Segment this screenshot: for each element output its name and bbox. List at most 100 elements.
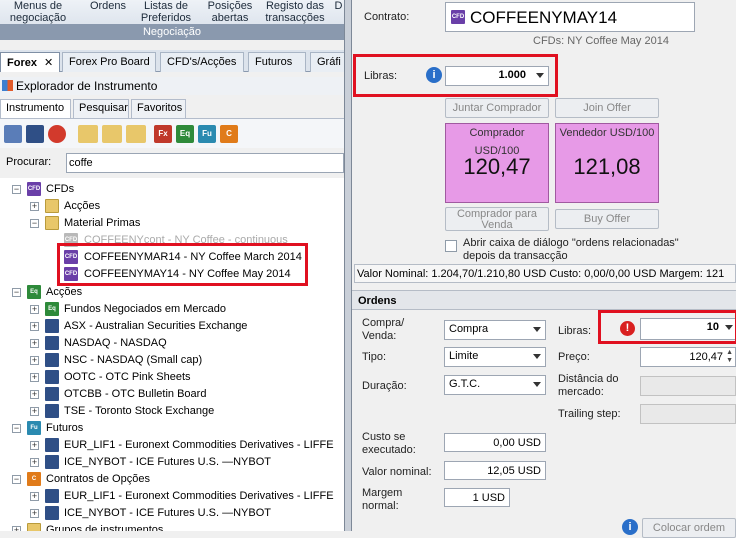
tree-node-opcoes[interactable]: − C Contratos de Opções [0, 471, 344, 488]
tree-label: OOTC - OTC Pink Sheets [64, 371, 191, 383]
folder-collapse-icon[interactable] [126, 125, 146, 143]
status-bar: Valor Nominal: 1.204,70/1.210,80 USD Cus… [354, 264, 736, 283]
tab-forex-pro-board[interactable]: Forex Pro Board [62, 52, 156, 72]
collapse-icon[interactable]: − [12, 475, 21, 484]
tree-node-futuros[interactable]: − Fu Futuros [0, 420, 344, 437]
expand-icon[interactable]: + [30, 305, 39, 314]
tree-node-fundos[interactable]: + Eq Fundos Negociados em Mercado [0, 301, 344, 318]
exchange-icon [45, 387, 59, 401]
tree-node-market[interactable]: + NASDAQ - NASDAQ [0, 335, 344, 352]
expand-icon[interactable]: + [30, 441, 39, 450]
exchange-icon [45, 438, 59, 452]
tree-node-market[interactable]: + OOTC - OTC Pink Sheets [0, 369, 344, 386]
sell-price-box[interactable]: Vendedor USD/100 121,08 [555, 123, 659, 203]
expand-icon[interactable]: + [30, 407, 39, 416]
search-input[interactable] [66, 153, 344, 173]
compra-venda-select[interactable]: Compra [444, 320, 546, 340]
tab-forex[interactable]: Forex ✕ [0, 52, 60, 72]
colocar-ordem-button[interactable]: Colocar ordem [642, 518, 736, 538]
related-orders-checkbox[interactable] [445, 240, 457, 252]
tab-graficos[interactable]: Gráfi [310, 52, 346, 72]
tree-label: EUR_LIF1 - Euronext Commodities Derivati… [64, 439, 334, 451]
spinner-icon[interactable]: ▲ ▼ [726, 349, 733, 365]
ribbon-listas-preferidos[interactable]: Listas de Preferidos [136, 0, 196, 24]
tree-node-cfds[interactable]: − CFD CFDs [0, 181, 344, 198]
expand-icon[interactable]: + [30, 356, 39, 365]
tree-node-market[interactable]: + TSE - Toronto Stock Exchange [0, 403, 344, 420]
buy-price-value: 120,47 [463, 154, 531, 179]
explorer-subtabs: Instrumento Pesquisar Favoritos [0, 99, 344, 118]
tree-node-market[interactable]: + EUR_LIF1 - Euronext Commodities Deriva… [0, 488, 344, 505]
tree-node-market[interactable]: + EUR_LIF1 - Euronext Commodities Deriva… [0, 437, 344, 454]
tree-node-market[interactable]: + ICE_NYBOT - ICE Futures U.S. —NYBOT [0, 505, 344, 522]
subtab-favoritos[interactable]: Favoritos [131, 99, 186, 118]
folder-tree-icon[interactable] [78, 125, 98, 143]
eq-filter-icon[interactable]: Eq [176, 125, 194, 143]
orders-libras-label: Libras: [558, 325, 592, 337]
chevron-down-icon[interactable] [533, 327, 541, 332]
collapse-icon[interactable]: − [12, 288, 21, 297]
tree-node-grupos[interactable]: + Grupos de instrumentos [0, 522, 344, 531]
expand-icon[interactable]: + [30, 492, 39, 501]
tree-node-cfd-accoes[interactable]: + Acções [0, 198, 344, 215]
exchange-icon [45, 370, 59, 384]
subtab-instrumento[interactable]: Instrumento [0, 99, 71, 118]
tree-node-material-primas[interactable]: − Material Primas [0, 215, 344, 232]
fu-filter-icon[interactable]: Fu [198, 125, 216, 143]
collapse-icon[interactable]: − [12, 424, 21, 433]
duracao-value: G.T.C. [449, 378, 481, 390]
join-offer-button[interactable]: Join Offer [555, 98, 659, 118]
tab-futuros[interactable]: Futuros [248, 52, 306, 72]
market-view-icon[interactable] [26, 125, 44, 143]
expand-icon[interactable]: + [30, 322, 39, 331]
chevron-down-icon[interactable] [533, 354, 541, 359]
equity-icon: Eq [27, 285, 41, 299]
expand-icon[interactable]: + [30, 509, 39, 518]
tree-node-market[interactable]: + ASX - Australian Securities Exchange [0, 318, 344, 335]
duracao-select[interactable]: G.T.C. [444, 375, 546, 395]
ribbon-posicoes-abertas[interactable]: Posições abertas [200, 0, 260, 24]
tree-label: NSC - NASDAQ (Small cap) [64, 354, 203, 366]
expand-icon[interactable]: + [30, 390, 39, 399]
expand-icon[interactable]: + [30, 373, 39, 382]
workspace-tabs: Forex ✕ Forex Pro Board CFD's/Acções Fut… [0, 50, 346, 72]
close-icon[interactable]: ✕ [44, 57, 53, 69]
collapse-icon[interactable]: − [30, 219, 39, 228]
tree-label: ICE_NYBOT - ICE Futures U.S. —NYBOT [64, 456, 272, 468]
comprador-para-venda-button[interactable]: Comprador para Venda [445, 207, 549, 231]
collapse-icon[interactable]: − [12, 185, 21, 194]
juntar-comprador-button[interactable]: Juntar Comprador [445, 98, 549, 118]
expand-icon[interactable]: + [30, 202, 39, 211]
tipo-select[interactable]: Limite [444, 347, 546, 367]
options-filter-icon[interactable]: C [220, 125, 238, 143]
expand-icon[interactable]: + [12, 526, 21, 531]
fx-filter-icon[interactable]: Fx [154, 125, 172, 143]
tree-label: Contratos de Opções [46, 473, 150, 485]
margem-value: 1 USD [472, 492, 505, 504]
tree-node-market[interactable]: + ICE_NYBOT - ICE Futures U.S. —NYBOT [0, 454, 344, 471]
tree-node-accoes[interactable]: − Eq Acções [0, 284, 344, 301]
ribbon-partial[interactable]: D [333, 0, 344, 12]
buy-price-box[interactable]: Comprador USD/100 120,47 [445, 123, 549, 203]
ribbon-registo-transaccoes[interactable]: Registo das transacções [262, 0, 328, 24]
ribbon-ordens[interactable]: Ordens [84, 0, 132, 12]
contract-field[interactable]: CFD COFFEENYMAY14 [445, 2, 695, 32]
info-icon[interactable]: i [622, 519, 638, 535]
ribbon-menus-negociacao[interactable]: Menus de negociação [2, 0, 74, 24]
buy-offer-button[interactable]: Buy Offer [555, 209, 659, 229]
expand-icon[interactable]: + [30, 339, 39, 348]
folder-expand-icon[interactable] [102, 125, 122, 143]
preco-field[interactable]: 120,47 ▲ ▼ [640, 347, 736, 367]
tree-node-market[interactable]: + NSC - NASDAQ (Small cap) [0, 352, 344, 369]
tree-node-market[interactable]: + OTCBB - OTC Bulletin Board [0, 386, 344, 403]
distancia-field[interactable] [640, 376, 736, 396]
ribbon-group-label: Negociação [0, 24, 344, 40]
chevron-down-icon[interactable] [533, 382, 541, 387]
pane-splitter[interactable] [344, 0, 352, 531]
expand-icon[interactable]: + [30, 458, 39, 467]
trailing-step-field[interactable] [640, 404, 736, 424]
subtab-pesquisar[interactable]: Pesquisar [73, 99, 129, 118]
view-list-icon[interactable] [4, 125, 22, 143]
phone-icon[interactable] [48, 125, 66, 143]
tab-cfds-accoes[interactable]: CFD's/Acções [160, 52, 244, 72]
